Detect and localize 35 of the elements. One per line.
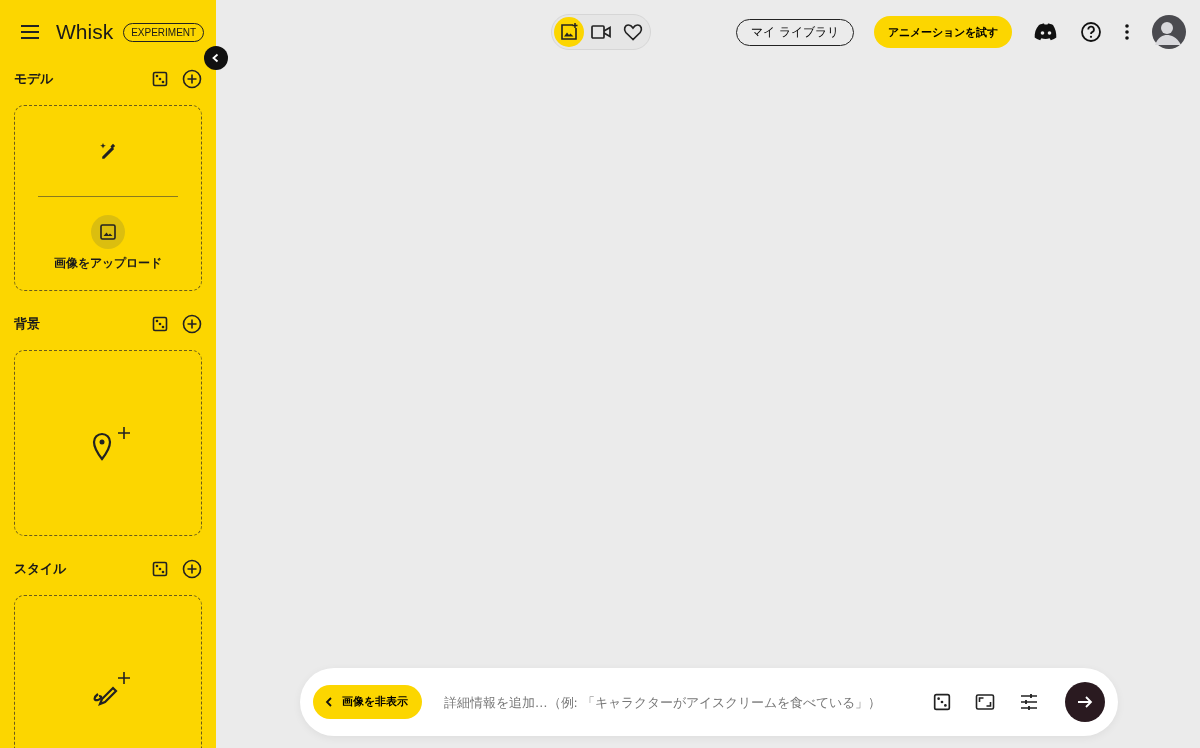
logo: Whisk [56,20,114,44]
help-icon[interactable] [1080,21,1102,43]
image-add-icon [559,22,579,42]
hide-images-button[interactable]: 画像を非表示 [313,685,422,719]
section-title: モデル [14,70,54,88]
try-animation-button[interactable]: アニメーションを試す [874,16,1012,48]
library-button[interactable]: マイ ライブラリ [736,18,854,46]
more-icon[interactable] [1124,23,1130,41]
dice-icon[interactable] [152,316,168,332]
settings-sliders-icon[interactable] [1019,693,1039,711]
video-camera-icon [590,23,612,41]
dice-icon[interactable] [152,561,168,577]
section-title: 背景 [14,315,41,333]
image-icon [99,223,117,241]
upload-image-button[interactable] [91,215,125,249]
aspect-ratio-icon[interactable] [975,693,995,711]
prompt-field[interactable]: 詳細情報を追加…（例: 「キャラクターがアイスクリームを食べている」） [442,693,909,711]
section-title: スタイル [14,560,67,578]
dice-icon[interactable] [933,693,951,711]
send-button[interactable] [1065,682,1105,722]
chevron-left-icon [211,53,221,63]
collapse-sidebar-button[interactable] [204,46,228,70]
heart-icon [623,23,643,41]
chevron-left-icon [325,697,333,707]
add-icon[interactable] [182,559,202,579]
add-icon[interactable] [182,69,202,89]
drop-zone[interactable]: 画像をアップロード [14,105,202,291]
dice-icon[interactable] [152,71,168,87]
menu-button[interactable] [18,22,42,42]
image-mode-button[interactable] [554,17,584,47]
game-controller-icon[interactable] [1034,23,1058,41]
avatar[interactable] [1152,15,1186,49]
magic-pencil-icon[interactable] [98,141,118,161]
add-icon[interactable] [182,314,202,334]
upload-label: 画像をアップロード [54,255,162,272]
